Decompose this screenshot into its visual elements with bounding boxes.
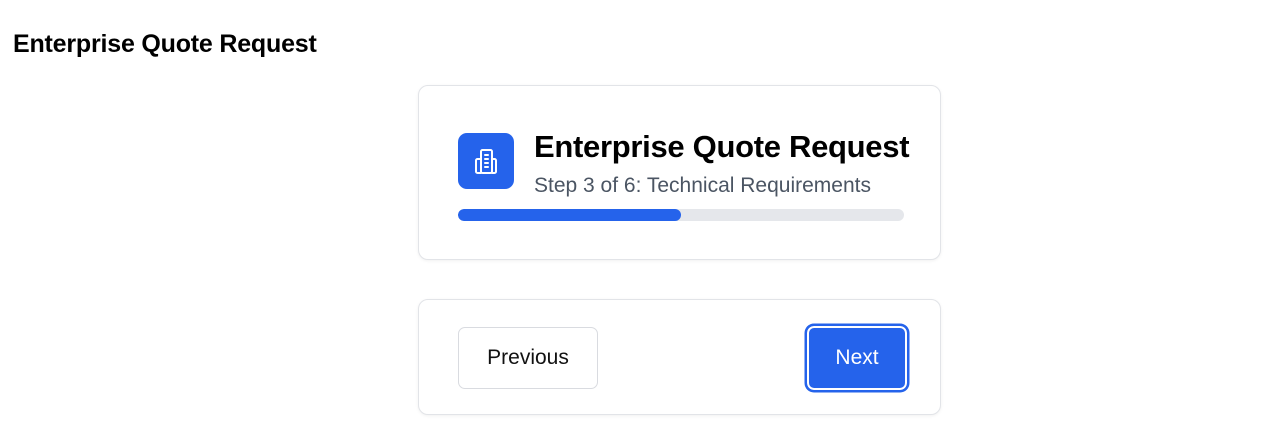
progress-bar-fill — [458, 209, 681, 221]
page-title: Enterprise Quote Request — [13, 30, 317, 58]
navigation-card: Previous Next — [418, 299, 941, 415]
card-title: Enterprise Quote Request — [534, 129, 910, 164]
next-button[interactable]: Next — [805, 324, 909, 392]
previous-button[interactable]: Previous — [458, 327, 598, 389]
progress-bar — [458, 209, 904, 221]
quote-header-card: Enterprise Quote Request Step 3 of 6: Te… — [418, 85, 941, 260]
step-indicator: Step 3 of 6: Technical Requirements — [534, 174, 871, 197]
building-icon — [458, 133, 514, 189]
